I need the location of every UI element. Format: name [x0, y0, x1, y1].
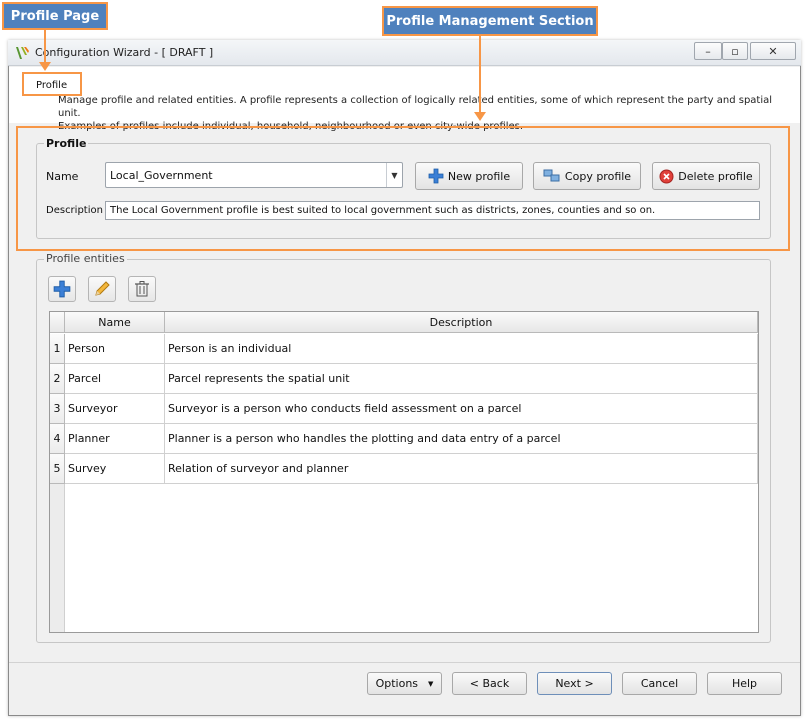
entity-description-cell[interactable]: Planner is a person who handles the plot…: [165, 424, 758, 454]
callout-arrow-icon: [39, 62, 51, 71]
profile-tab-highlight: [22, 72, 82, 96]
dropdown-arrow-icon: ▼: [428, 679, 434, 688]
close-icon: ✕: [768, 44, 778, 58]
plus-icon: [53, 280, 71, 298]
options-button[interactable]: Options ▼: [367, 672, 442, 695]
edit-entity-button[interactable]: [88, 276, 116, 302]
entity-name-cell[interactable]: Surveyor: [65, 394, 165, 424]
next-button[interactable]: Next >: [537, 672, 612, 695]
entity-name-cell[interactable]: Survey: [65, 454, 165, 484]
entity-name-cell[interactable]: Planner: [65, 424, 165, 454]
qgis-logo-icon: [16, 47, 29, 59]
entity-name-cell[interactable]: Parcel: [65, 364, 165, 394]
column-header-name[interactable]: Name: [65, 312, 165, 333]
close-button[interactable]: ✕: [750, 42, 796, 60]
maximize-icon: ▫: [731, 44, 739, 58]
next-label: Next >: [555, 677, 594, 690]
back-label: < Back: [469, 677, 510, 690]
column-header-description[interactable]: Description: [165, 312, 758, 333]
entity-description-cell[interactable]: Parcel represents the spatial unit: [165, 364, 758, 394]
add-entity-button[interactable]: [48, 276, 76, 302]
footer-divider: [9, 662, 800, 663]
row-number[interactable]: 4: [50, 424, 65, 454]
row-number[interactable]: 3: [50, 394, 65, 424]
cancel-button[interactable]: Cancel: [622, 672, 697, 695]
row-number[interactable]: 2: [50, 364, 65, 394]
window-title: Configuration Wizard - [ DRAFT ]: [35, 46, 214, 59]
callout-connector: [44, 30, 46, 66]
entities-group-title: Profile entities: [44, 252, 127, 265]
profile-section-highlight: [16, 126, 790, 251]
row-number[interactable]: 1: [50, 334, 65, 364]
minimize-icon: –: [705, 44, 711, 58]
options-label: Options: [375, 677, 419, 690]
help-button[interactable]: Help: [707, 672, 782, 695]
row-number[interactable]: 5: [50, 454, 65, 484]
pencil-icon: [95, 281, 110, 296]
maximize-button[interactable]: ▫: [722, 42, 748, 60]
trash-icon: [135, 281, 149, 297]
minimize-button[interactable]: –: [694, 42, 722, 60]
help-label: Help: [731, 677, 758, 690]
row-header-gutter: [50, 484, 65, 632]
table-corner: [50, 312, 65, 333]
callout-profile-page: Profile Page: [2, 2, 108, 30]
callout-profile-management: Profile Management Section: [382, 6, 598, 36]
cancel-label: Cancel: [640, 677, 679, 690]
entity-description-cell[interactable]: Surveyor is a person who conducts field …: [165, 394, 758, 424]
page-description-line1: Manage profile and related entities. A p…: [58, 95, 773, 119]
callout-connector: [479, 36, 481, 114]
back-button[interactable]: < Back: [452, 672, 527, 695]
callout-arrow-icon: [474, 112, 486, 121]
entity-description-cell[interactable]: Person is an individual: [165, 334, 758, 364]
entity-description-cell[interactable]: Relation of surveyor and planner: [165, 454, 758, 484]
delete-entity-button[interactable]: [128, 276, 156, 302]
entity-name-cell[interactable]: Person: [65, 334, 165, 364]
